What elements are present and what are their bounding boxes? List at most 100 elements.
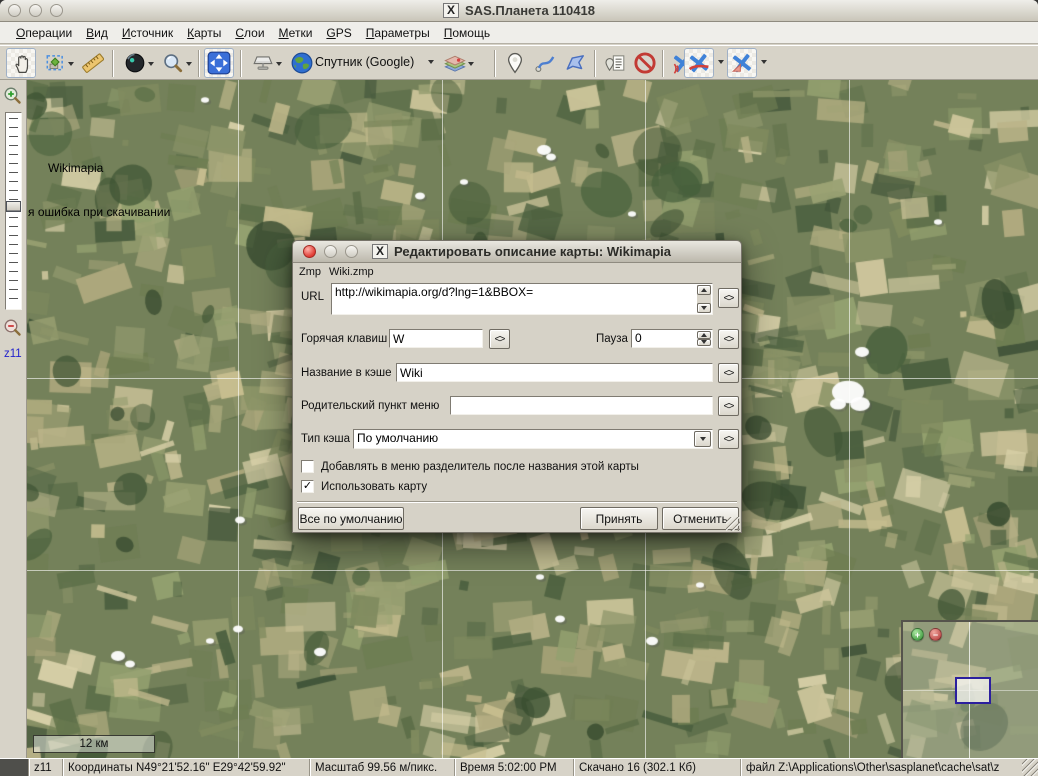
pause-label: Пауза: [596, 333, 628, 345]
hotkey-insert-button[interactable]: <>: [489, 329, 510, 349]
separator-checkbox[interactable]: [301, 460, 314, 473]
globe-view-button[interactable]: [120, 48, 150, 78]
cache-type-label: Тип кэша: [301, 433, 350, 445]
grid-line: [849, 80, 850, 758]
grid-line: [27, 570, 1038, 571]
menu-marks[interactable]: Метки: [273, 24, 319, 42]
minimap-viewport[interactable]: [955, 677, 991, 704]
accept-button[interactable]: Принять: [580, 507, 658, 530]
add-placemark-button[interactable]: [500, 48, 530, 78]
chevron-down-icon[interactable]: [276, 62, 282, 66]
chevron-down-icon[interactable]: [186, 62, 192, 66]
combo-dropdown-button[interactable]: [694, 431, 711, 447]
use-map-checkbox[interactable]: ✓: [301, 480, 314, 493]
minimap[interactable]: + −: [901, 620, 1038, 758]
map-label-wikimapia: Wikimapia: [48, 161, 103, 175]
menu-source[interactable]: Источник: [116, 24, 179, 42]
ruler-button[interactable]: [78, 48, 108, 78]
menu-maps[interactable]: Карты: [181, 24, 227, 42]
map-source-globe-button[interactable]: [287, 48, 317, 78]
selection-icon: [44, 52, 66, 74]
url-insert-button[interactable]: <>: [718, 288, 739, 308]
spin-down-button[interactable]: [697, 339, 711, 347]
window-resize-grip[interactable]: [1022, 759, 1038, 776]
selection-tool-button[interactable]: [40, 48, 70, 78]
x11-icon: X: [372, 244, 388, 259]
fullscreen-arrows-icon: [207, 51, 231, 75]
path-icon: [534, 52, 556, 74]
menu-view[interactable]: Вид: [80, 24, 114, 42]
gps-connect-button[interactable]: [684, 48, 714, 78]
fullscreen-button[interactable]: [204, 48, 234, 78]
toolbar-separator: [112, 50, 114, 77]
dialog-divider: [297, 501, 737, 503]
zoom-out-icon[interactable]: [3, 318, 23, 338]
cache-type-select[interactable]: По умолчанию: [353, 429, 713, 449]
dialog-resize-grip[interactable]: [726, 517, 740, 531]
url-label: URL: [301, 291, 324, 303]
dialog-maximize-button[interactable]: [345, 245, 358, 258]
map-source-label[interactable]: Спутник (Google): [315, 55, 414, 69]
dialog-minimize-button[interactable]: [324, 245, 337, 258]
menu-gps[interactable]: GPS: [320, 24, 357, 42]
placemark-list-icon: [604, 52, 626, 74]
chevron-down-icon[interactable]: [468, 62, 474, 66]
url-scrollbar[interactable]: [697, 285, 711, 313]
slider-handle[interactable]: [6, 201, 21, 212]
toolbar-group-separator: [494, 50, 496, 77]
zoom-tool-button[interactable]: [158, 48, 188, 78]
all-defaults-button[interactable]: Все по умолчанию: [298, 507, 404, 530]
menu-help[interactable]: Помощь: [438, 24, 496, 42]
gps-position-button[interactable]: [727, 48, 757, 78]
spin-up-button[interactable]: [697, 331, 711, 339]
layers-icon: [443, 51, 467, 75]
url-field[interactable]: http://wikimapia.org/d?lng=1&BBOX=: [331, 283, 713, 315]
zoom-in-icon[interactable]: [3, 86, 23, 106]
placemark-icon: [504, 52, 526, 74]
chevron-down-icon[interactable]: [718, 60, 724, 64]
status-zoom: z11: [30, 759, 62, 776]
cache-name-insert-button[interactable]: <>: [718, 363, 739, 383]
pause-spinner[interactable]: 0: [631, 329, 713, 348]
zoom-sidebar: z11: [0, 80, 27, 758]
globe-dark-icon: [124, 52, 146, 74]
status-corner: [0, 759, 28, 776]
cache-type-insert-button[interactable]: <>: [718, 429, 739, 449]
menu-layers[interactable]: Слои: [229, 24, 270, 42]
menu-settings[interactable]: Параметры: [360, 24, 436, 42]
pause-insert-button[interactable]: <>: [718, 329, 739, 349]
placemark-manager-button[interactable]: [600, 48, 630, 78]
hide-marks-button[interactable]: [630, 48, 660, 78]
magnifier-icon: [162, 52, 184, 74]
toolbar-separator: [594, 50, 596, 77]
add-polygon-button[interactable]: [560, 48, 590, 78]
layers-button[interactable]: [440, 48, 470, 78]
chevron-down-icon[interactable]: [428, 60, 434, 64]
scroll-down-button[interactable]: [697, 303, 711, 313]
separator-checkbox-label[interactable]: Добавлять в меню разделитель после назва…: [321, 461, 639, 473]
chevron-down-icon[interactable]: [68, 62, 74, 66]
hand-tool-button[interactable]: [6, 48, 36, 78]
spinner-buttons[interactable]: [697, 331, 711, 346]
dialog-close-button[interactable]: [303, 245, 316, 258]
nav-3d-button[interactable]: [248, 48, 278, 78]
zoom-slider[interactable]: [5, 112, 22, 310]
hotkey-input[interactable]: [389, 329, 483, 348]
window-titlebar[interactable]: X SAS.Планета 110418: [0, 0, 1038, 22]
cache-name-input[interactable]: [396, 363, 713, 382]
zmp-label: Zmp: [299, 266, 321, 278]
minimap-zoom-in-button[interactable]: +: [911, 628, 924, 641]
minimap-zoom-out-button[interactable]: −: [929, 628, 942, 641]
use-map-checkbox-label[interactable]: Использовать карту: [321, 481, 427, 493]
menu-operations[interactable]: Операции: [10, 24, 78, 42]
cache-name-label: Название в кэше: [301, 367, 392, 379]
x11-icon: X: [443, 3, 459, 18]
parent-menu-insert-button[interactable]: <>: [718, 396, 739, 416]
chevron-down-icon[interactable]: [761, 60, 767, 64]
chevron-down-icon[interactable]: [148, 62, 154, 66]
dialog-titlebar[interactable]: X Редактировать описание карты: Wikimapi…: [293, 241, 741, 263]
scroll-up-button[interactable]: [697, 285, 711, 295]
toolbar-group-separator: [662, 50, 664, 77]
parent-menu-input[interactable]: [450, 396, 713, 415]
add-path-button[interactable]: [530, 48, 560, 78]
